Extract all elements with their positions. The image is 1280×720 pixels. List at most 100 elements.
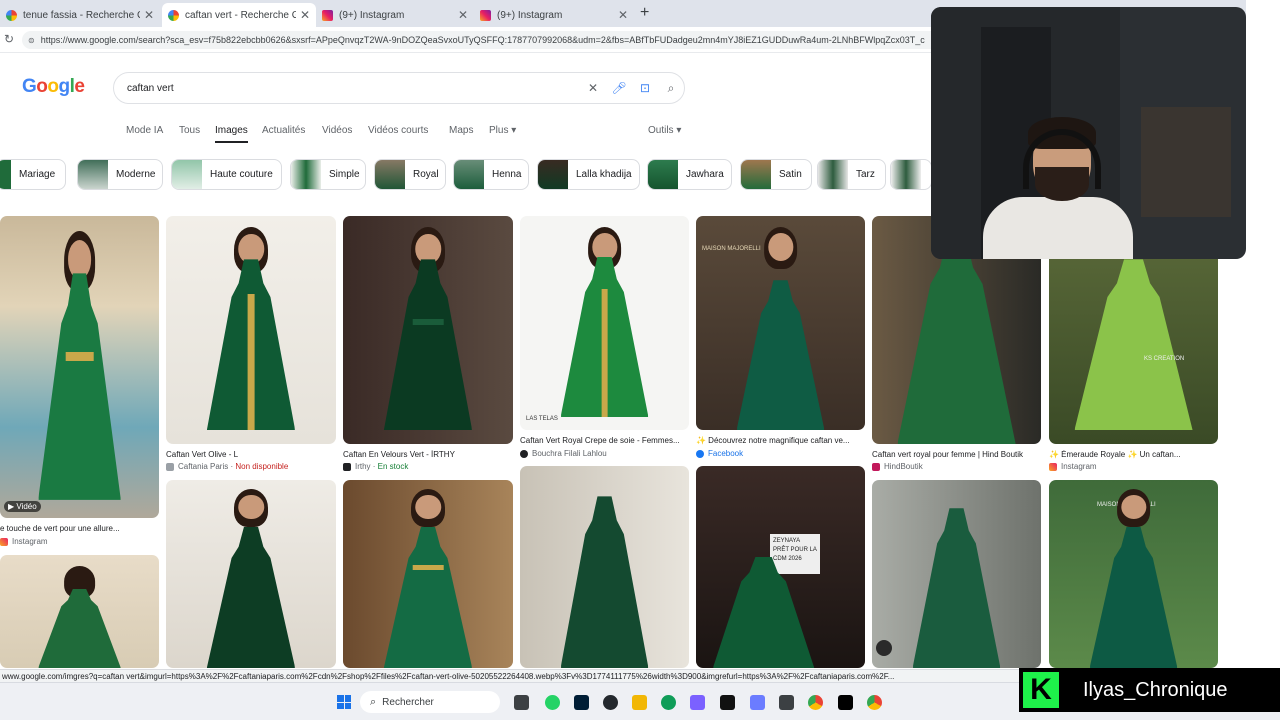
result-image[interactable] — [343, 216, 513, 444]
result-image[interactable] — [166, 216, 336, 444]
url-field[interactable]: ⊜ https://www.google.com/search?sca_esv=… — [22, 31, 952, 49]
chip-label: Royal — [413, 169, 439, 180]
close-icon[interactable]: ✕ — [144, 8, 154, 22]
windows-start-icon[interactable] — [337, 695, 351, 709]
tab-images[interactable]: Images — [215, 125, 248, 143]
result-image[interactable]: ▶ Vidéo — [0, 216, 159, 518]
image-figure — [412, 318, 444, 326]
result-image[interactable] — [520, 466, 689, 668]
result-title[interactable]: ✨ Émeraude Royale ✨ Un caftan... — [1049, 450, 1218, 459]
chip-lalla-khadija[interactable]: Lalla khadija — [537, 159, 640, 190]
result-source-name: Instagram — [12, 537, 48, 546]
taskbar-search[interactable]: ⌕ Rechercher — [360, 691, 500, 713]
tab-caftan-vert[interactable]: caftan vert - Recherche Google ✕ — [162, 3, 316, 27]
result-source[interactable]: Caftania Paris · Non disponible — [166, 462, 288, 471]
result-title[interactable]: Caftan En Velours Vert - İRTHY — [343, 450, 513, 459]
search-box[interactable]: caftan vert ✕ 🎤︎ ⊡ ⌕ — [113, 72, 685, 104]
obs-icon[interactable] — [603, 695, 618, 710]
image-figure — [38, 588, 121, 668]
chip-satin[interactable]: Satin — [740, 159, 812, 190]
tab-tous[interactable]: Tous — [179, 125, 200, 136]
tools-button[interactable]: Outils ▾ — [648, 125, 681, 136]
result-source[interactable]: Irthy · En stock — [343, 462, 408, 471]
availability-status: Non disponible — [235, 462, 289, 471]
reload-icon[interactable]: ↻ — [4, 32, 14, 46]
chip-royal[interactable]: Royal — [374, 159, 446, 190]
chip-more[interactable] — [890, 159, 932, 190]
task-view-icon[interactable] — [514, 695, 529, 710]
chip-haute-couture[interactable]: Haute couture — [171, 159, 282, 190]
result-image[interactable]: MAISON MAJORELLI — [696, 216, 865, 430]
tab-tenue-fassia[interactable]: tenue fassia - Recherche Google ✕ — [0, 3, 160, 27]
edge-icon[interactable] — [661, 695, 676, 710]
image-figure — [383, 527, 473, 668]
chip-label: Mariage — [19, 169, 56, 180]
search-icon[interactable]: ⌕ — [658, 81, 684, 96]
result-source[interactable]: Instagram — [1049, 462, 1097, 471]
result-image[interactable]: ZEYNAYA PRÊT POUR LA CDM 2026 — [696, 466, 865, 668]
result-title[interactable]: e touche de vert pour une allure... — [0, 524, 159, 533]
app-icon[interactable] — [750, 695, 765, 710]
result-source-name: Instagram — [1061, 462, 1097, 471]
result-title[interactable]: ✨ Découvrez notre magnifique caftan ve..… — [696, 436, 865, 445]
chip-simple[interactable]: Simple — [290, 159, 366, 190]
image-figure — [767, 233, 794, 261]
result-title[interactable]: Caftan Vert Olive - L — [166, 450, 336, 459]
result-image[interactable]: MAISON MAJORELLI — [1049, 480, 1218, 668]
result-image[interactable] — [872, 480, 1041, 668]
result-image[interactable] — [0, 555, 159, 668]
chrome-icon[interactable] — [867, 695, 882, 710]
tab-plus[interactable]: Plus ▾ — [489, 125, 516, 136]
close-icon[interactable]: ✕ — [458, 8, 468, 22]
result-source[interactable]: Bouchra Filali Lahlou — [520, 449, 607, 458]
taskbar-search-label: Rechercher — [382, 696, 434, 708]
app-icon[interactable] — [838, 695, 853, 710]
image-figure — [206, 527, 296, 668]
image-figure — [912, 508, 1001, 668]
tab-maps[interactable]: Maps — [449, 125, 473, 136]
file-explorer-icon[interactable] — [632, 695, 647, 710]
chip-thumbnail — [0, 160, 11, 189]
capcut-icon[interactable] — [720, 695, 735, 710]
close-icon[interactable]: ✕ — [618, 8, 628, 22]
new-tab-button[interactable]: + — [640, 4, 649, 22]
result-image[interactable]: LAS TELAS — [520, 216, 689, 430]
google-logo[interactable]: Google — [22, 76, 85, 98]
tab-videos[interactable]: Vidéos — [322, 125, 352, 136]
result-source-name: Bouchra Filali Lahlou — [532, 449, 607, 458]
facebook-icon — [696, 449, 704, 458]
tab-instagram-1[interactable]: (9+) Instagram ✕ — [316, 3, 474, 27]
tab-instagram-2[interactable]: (9+) Instagram ✕ — [474, 3, 634, 27]
search-input[interactable]: caftan vert — [127, 83, 580, 94]
result-title[interactable]: Caftan vert royal pour femme | Hind Bout… — [872, 450, 1041, 459]
whatsapp-icon[interactable] — [545, 695, 560, 710]
microphone-icon[interactable]: 🎤︎ — [606, 81, 632, 95]
tab-mode-ia[interactable]: Mode IA — [126, 125, 163, 136]
result-image[interactable] — [343, 480, 513, 668]
lens-icon[interactable] — [876, 640, 892, 656]
result-title[interactable]: Caftan Vert Royal Crepe de soie - Femmes… — [520, 436, 690, 445]
result-image[interactable] — [166, 480, 336, 668]
chip-tarz[interactable]: Tarz — [817, 159, 886, 190]
clear-icon[interactable]: ✕ — [580, 81, 606, 95]
chip-mariage[interactable]: Mariage — [0, 159, 66, 190]
app-icon[interactable] — [690, 695, 705, 710]
tab-actualites[interactable]: Actualités — [262, 125, 305, 136]
site-info-icon[interactable]: ⊜ — [28, 36, 35, 45]
result-source[interactable]: Instagram — [0, 537, 48, 546]
chip-henna[interactable]: Henna — [453, 159, 529, 190]
image-figure — [560, 496, 649, 668]
app-icon[interactable] — [779, 695, 794, 710]
chip-thumbnail — [78, 160, 108, 189]
photoshop-icon[interactable] — [574, 695, 589, 710]
close-icon[interactable]: ✕ — [300, 8, 310, 22]
result-source[interactable]: HindBoutik — [872, 462, 923, 471]
result-source[interactable]: Facebook — [696, 449, 743, 458]
chip-label: Moderne — [116, 169, 156, 180]
link-status-bar: www.google.com/imgres?q=caftan vert&imgu… — [0, 669, 1030, 682]
chip-moderne[interactable]: Moderne — [77, 159, 163, 190]
google-lens-icon[interactable]: ⊡ — [632, 81, 658, 95]
tab-videos-courts[interactable]: Vidéos courts — [368, 125, 428, 136]
chrome-icon[interactable] — [808, 695, 823, 710]
chip-jawhara[interactable]: Jawhara — [647, 159, 732, 190]
